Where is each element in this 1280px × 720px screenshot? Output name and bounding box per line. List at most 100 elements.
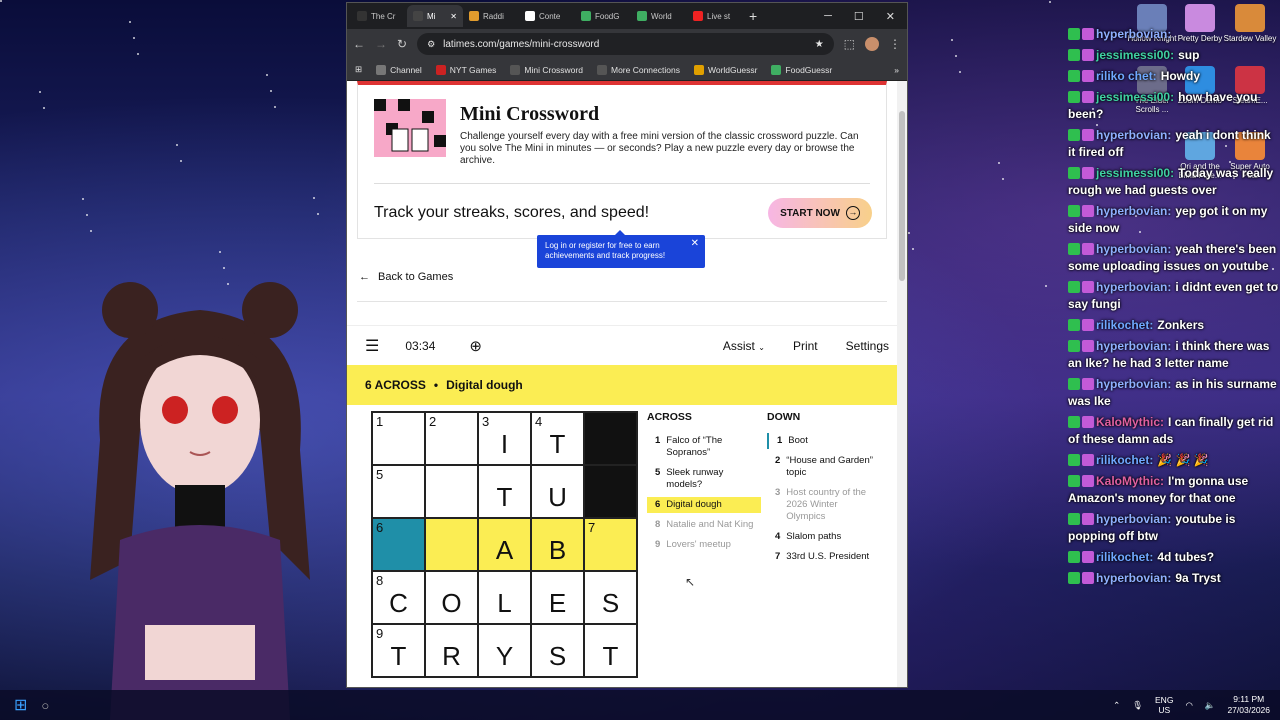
browser-tab[interactable]: Mi ✕: [407, 5, 463, 27]
chat-username[interactable]: riliko chet:: [1096, 69, 1157, 83]
close-icon[interactable]: ✕: [691, 239, 699, 249]
chat-username[interactable]: hyperbovian:: [1096, 204, 1171, 218]
print-button[interactable]: Print: [793, 339, 818, 353]
grid-cell[interactable]: 3I: [478, 412, 531, 465]
grid-cell[interactable]: R: [425, 624, 478, 677]
grid-cell[interactable]: 7: [584, 518, 637, 571]
apps-icon[interactable]: ⊞: [355, 64, 362, 75]
chat-username[interactable]: jessimessi00:: [1096, 90, 1174, 104]
chat-message: jessimessi00: sup: [1068, 47, 1280, 64]
site-info-icon[interactable]: ⚙: [427, 39, 435, 50]
clue-item[interactable]: 6 Digital dough: [647, 497, 761, 513]
bookmark-star-icon[interactable]: ★: [815, 39, 824, 50]
chat-username[interactable]: hyperbovian:: [1096, 280, 1171, 294]
back-arrow-icon[interactable]: ←: [353, 37, 365, 51]
clock[interactable]: 9:11 PM 27/03/2026: [1227, 694, 1270, 716]
grid-cell[interactable]: A: [478, 518, 531, 571]
chat-username[interactable]: jessimessi00:: [1096, 48, 1174, 62]
close-window-button[interactable]: ✕: [886, 10, 895, 23]
reload-icon[interactable]: ↻: [397, 37, 407, 51]
volume-icon[interactable]: 🔈: [1205, 700, 1216, 711]
browser-tab[interactable]: World: [631, 5, 687, 27]
minimize-button[interactable]: ─: [824, 10, 832, 23]
chat-username[interactable]: KaloMythic:: [1096, 474, 1164, 488]
chat-username[interactable]: rilikochet:: [1096, 453, 1153, 467]
clue-item[interactable]: 9 Lovers' meetup: [647, 537, 761, 553]
browser-tab[interactable]: Live st: [687, 5, 743, 27]
search-icon[interactable]: ○: [41, 698, 49, 713]
chat-username[interactable]: hyperbovian:: [1096, 377, 1171, 391]
bookmark-item[interactable]: Mini Crossword: [510, 64, 583, 75]
menu-icon[interactable]: ⋮: [889, 37, 901, 51]
grid-cell[interactable]: U: [531, 465, 584, 518]
grid-cell[interactable]: T: [584, 624, 637, 677]
new-tab-button[interactable]: +: [749, 8, 757, 24]
chat-username[interactable]: hyperbovian:: [1096, 571, 1171, 585]
grid-cell[interactable]: 5: [372, 465, 425, 518]
chat-username[interactable]: hyperbovian:: [1096, 512, 1171, 526]
settings-button[interactable]: Settings: [846, 339, 889, 353]
grid-cell[interactable]: S: [584, 571, 637, 624]
clue-item[interactable]: 3 Host country of the 2026 Winter Olympic…: [767, 485, 881, 525]
clue-item[interactable]: 1 Boot: [767, 433, 881, 449]
browser-tab[interactable]: FoodG: [575, 5, 631, 27]
maximize-button[interactable]: ☐: [854, 10, 864, 23]
bookmark-item[interactable]: FoodGuessr: [771, 64, 832, 75]
chat-username[interactable]: hyperbovian:: [1096, 27, 1171, 41]
profile-avatar[interactable]: [865, 37, 879, 51]
clue-item[interactable]: 4 Slalom paths: [767, 529, 881, 545]
grid-cell[interactable]: 2: [425, 412, 478, 465]
clue-item[interactable]: 7 33rd U.S. President: [767, 549, 881, 565]
bookmark-item[interactable]: WorldGuessr: [693, 64, 757, 75]
address-bar[interactable]: ⚙ latimes.com/games/mini-crossword ★: [417, 33, 834, 55]
clue-item[interactable]: 2 “House and Garden” topic: [767, 453, 881, 481]
scrollbar-thumb[interactable]: [899, 111, 905, 281]
clue-item[interactable]: 5 Sleek runway models?: [647, 465, 761, 493]
chat-username[interactable]: hyperbovian:: [1096, 242, 1171, 256]
clue-item[interactable]: 1 Falco of “The Sopranos”: [647, 433, 761, 461]
browser-tab[interactable]: Conte: [519, 5, 575, 27]
bookmark-item[interactable]: Channel: [376, 64, 422, 75]
badge-icon: [1082, 70, 1094, 82]
grid-cell[interactable]: L: [478, 571, 531, 624]
grid-cell[interactable]: Y: [478, 624, 531, 677]
grid-cell[interactable]: 6: [372, 518, 425, 571]
grid-cell[interactable]: T: [478, 465, 531, 518]
browser-tab[interactable]: Raddi: [463, 5, 519, 27]
more-bookmarks-icon[interactable]: »: [894, 65, 899, 75]
chat-username[interactable]: rilikochet:: [1096, 318, 1153, 332]
extensions-icon[interactable]: ⬚: [844, 37, 855, 51]
clue-item[interactable]: 8 Natalie and Nat King: [647, 517, 761, 533]
assist-dropdown[interactable]: Assist ⌄: [723, 339, 765, 353]
grid-cell[interactable]: O: [425, 571, 478, 624]
grid-cell[interactable]: [425, 465, 478, 518]
chat-username[interactable]: KaloMythic:: [1096, 415, 1164, 429]
wifi-icon[interactable]: ◠: [1185, 700, 1192, 711]
browser-tab[interactable]: The Cr: [351, 5, 407, 27]
windows-start-icon[interactable]: ⊞: [14, 695, 27, 715]
forward-arrow-icon[interactable]: →: [375, 37, 387, 51]
language-indicator[interactable]: ENG US: [1155, 695, 1173, 715]
chat-username[interactable]: jessimessi00:: [1096, 166, 1174, 180]
pause-timer-icon[interactable]: ⊕: [469, 337, 482, 355]
chat-username[interactable]: hyperbovian:: [1096, 128, 1171, 142]
grid-cell[interactable]: S: [531, 624, 584, 677]
bookmark-item[interactable]: NYT Games: [435, 64, 496, 75]
grid-cell[interactable]: 4T: [531, 412, 584, 465]
chevron-up-icon[interactable]: ⌃: [1113, 700, 1120, 711]
hamburger-menu-icon[interactable]: ☰: [365, 336, 379, 356]
chat-username[interactable]: rilikochet:: [1096, 550, 1153, 564]
close-tab-icon[interactable]: ✕: [450, 12, 457, 21]
grid-cell[interactable]: 9T: [372, 624, 425, 677]
grid-cell[interactable]: B: [531, 518, 584, 571]
back-to-games-link[interactable]: ← Back to Games: [359, 271, 453, 283]
grid-cell[interactable]: [425, 518, 478, 571]
bookmark-item[interactable]: More Connections: [596, 64, 680, 75]
page-scrollbar[interactable]: [897, 81, 907, 687]
grid-cell[interactable]: 8C: [372, 571, 425, 624]
grid-cell[interactable]: 1: [372, 412, 425, 465]
chat-username[interactable]: hyperbovian:: [1096, 339, 1171, 353]
start-now-button[interactable]: START NOW →: [768, 198, 872, 228]
mic-icon[interactable]: 🎙: [1132, 700, 1143, 711]
grid-cell[interactable]: E: [531, 571, 584, 624]
